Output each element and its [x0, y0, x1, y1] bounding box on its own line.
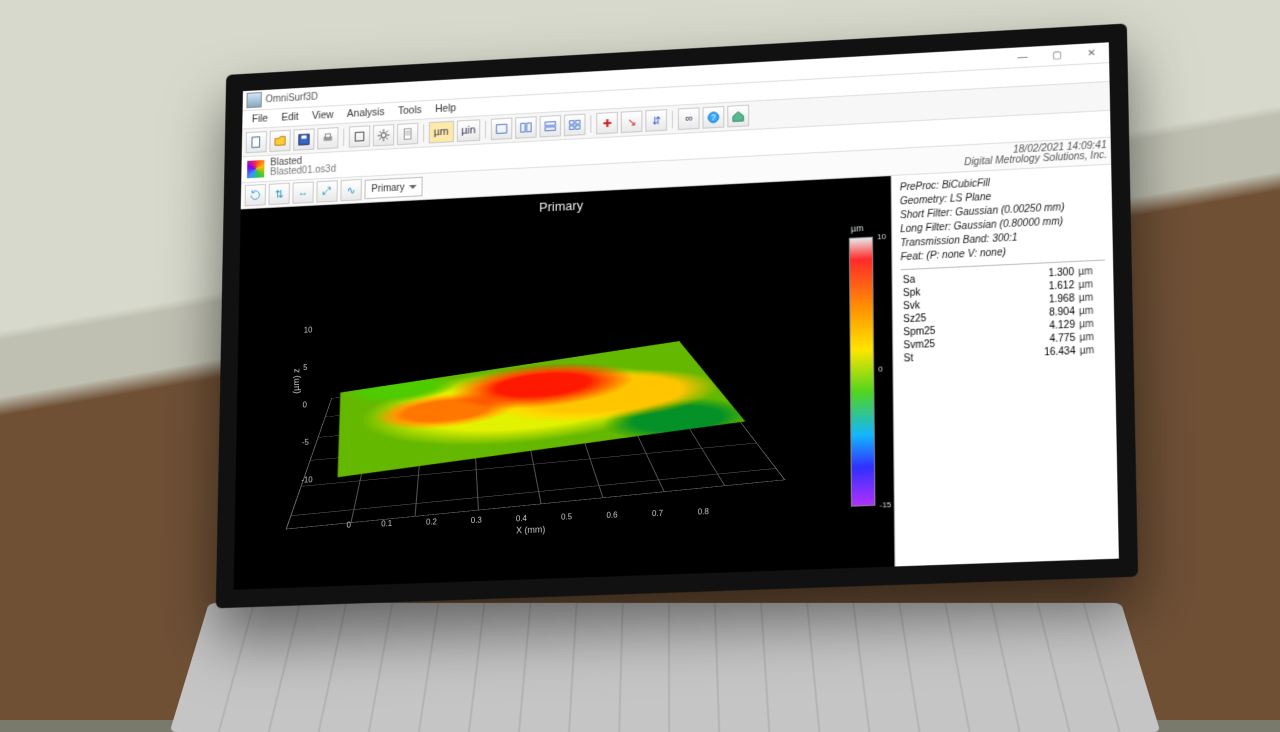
minimize-button[interactable]: —: [1005, 47, 1040, 67]
colorbar-gradient: [849, 237, 876, 507]
maximize-button[interactable]: ▢: [1040, 45, 1075, 65]
app-window: OmniSurf3D — ▢ ✕ File Edit View Analysis…: [234, 42, 1119, 589]
surface-type-dropdown[interactable]: Primary: [364, 177, 423, 199]
surface-plot: 00.10.20.30.40.50.60.70.8 X (mm) 1050-5-…: [302, 222, 771, 538]
layout-4-icon[interactable]: [564, 114, 586, 137]
menu-analysis[interactable]: Analysis: [341, 105, 390, 121]
new-icon[interactable]: [246, 131, 267, 153]
param-unit: µm: [1077, 330, 1106, 344]
param-name: St: [901, 349, 990, 366]
param-unit: µm: [1077, 317, 1106, 331]
settings-icon[interactable]: [373, 124, 394, 146]
tool-arrow-icon[interactable]: ↘: [621, 110, 643, 133]
axis-z-label: (µm) z: [291, 368, 301, 394]
unit-uin-button[interactable]: µin: [456, 119, 480, 142]
view-pan-icon[interactable]: ↔: [292, 181, 313, 203]
document-filename: Blasted01.os3d: [270, 165, 336, 178]
param-unit: µm: [1077, 304, 1106, 318]
colormap-swatch-icon: [247, 160, 264, 178]
axis-x-label: X (mm): [516, 524, 545, 535]
crop-icon[interactable]: [349, 125, 370, 147]
colorbar: µm 10 0 -15: [849, 237, 876, 507]
open-icon[interactable]: [269, 130, 290, 152]
datetime-company: 18/02/2021 14:09:41 Digital Metrology So…: [964, 141, 1107, 168]
link-icon[interactable]: ∞: [678, 107, 700, 130]
app-icon: [246, 92, 261, 108]
view-rotate-icon[interactable]: [245, 184, 266, 206]
print-icon[interactable]: [317, 127, 338, 149]
tool-blue-icon[interactable]: ⇵: [646, 109, 668, 132]
close-button[interactable]: ✕: [1074, 43, 1109, 63]
window-title: OmniSurf3D: [265, 91, 318, 104]
menu-edit[interactable]: Edit: [276, 110, 305, 125]
tool-red-icon[interactable]: ✚: [597, 112, 619, 135]
view-profile-icon[interactable]: ∿: [340, 179, 361, 201]
laptop-screen: OmniSurf3D — ▢ ✕ File Edit View Analysis…: [216, 23, 1138, 608]
menu-tools[interactable]: Tools: [392, 103, 427, 118]
layout-1-icon[interactable]: [491, 118, 513, 141]
plot-canvas[interactable]: Primary 00.10.20.30.40.50.60.70.8 X (mm)…: [234, 176, 895, 590]
document-icon[interactable]: [397, 123, 418, 145]
layout-3-icon[interactable]: [540, 115, 562, 138]
colorbar-unit: µm: [851, 223, 864, 234]
view-zaxis-icon[interactable]: ⇅: [268, 183, 289, 205]
menu-view[interactable]: View: [306, 108, 339, 123]
save-icon[interactable]: [293, 128, 314, 150]
laptop-keyboard: [170, 603, 1161, 732]
help-icon[interactable]: ?: [703, 106, 725, 129]
home-icon[interactable]: [728, 105, 750, 128]
param-value: 16.434: [991, 345, 1078, 362]
colorbar-min: -15: [879, 500, 891, 510]
menu-file[interactable]: File: [246, 111, 274, 126]
layout-2-icon[interactable]: [516, 116, 538, 139]
main-split: Primary 00.10.20.30.40.50.60.70.8 X (mm)…: [234, 165, 1119, 590]
colorbar-max: 10: [877, 232, 886, 241]
param-unit: µm: [1076, 278, 1105, 292]
param-unit: µm: [1077, 291, 1106, 305]
view-reset-icon[interactable]: ⤢: [316, 180, 337, 202]
menu-help[interactable]: Help: [429, 101, 462, 116]
param-unit: µm: [1078, 344, 1107, 358]
results-panel: PreProc: BiCubicFill Geometry: LS Plane …: [891, 165, 1119, 567]
colorbar-mid: 0: [878, 365, 883, 374]
svg-text:?: ?: [711, 113, 716, 123]
unit-um-button[interactable]: µm: [429, 121, 454, 144]
processing-meta: PreProc: BiCubicFill Geometry: LS Plane …: [900, 171, 1105, 270]
parameter-table: Sa1.300µmSpk1.612µmSvk1.968µmSz258.904µm…: [901, 265, 1107, 366]
